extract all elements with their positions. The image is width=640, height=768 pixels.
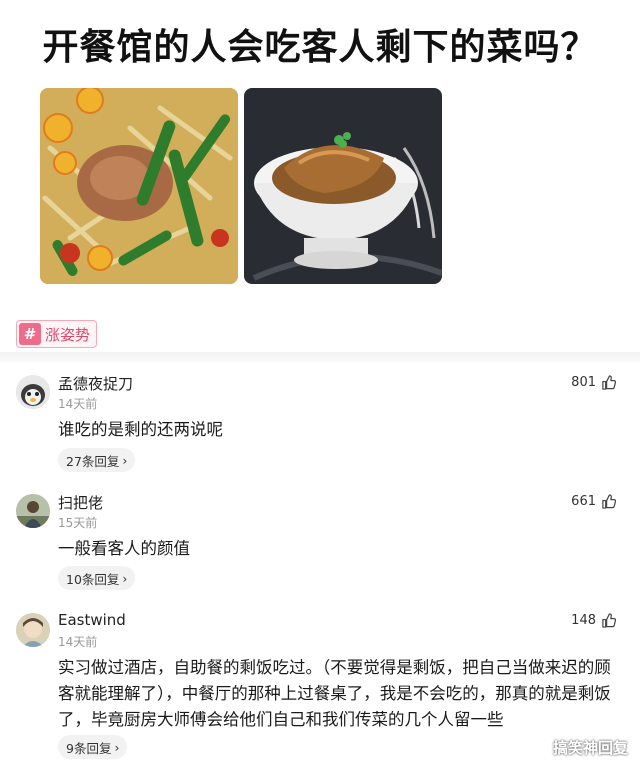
view-replies-button[interactable]: 10条回复 › bbox=[58, 566, 136, 590]
hashtag-icon: # bbox=[19, 323, 41, 345]
replies-count: 10条回复 bbox=[66, 571, 120, 587]
avatar[interactable] bbox=[16, 494, 50, 528]
view-replies-button[interactable]: 9条回复 › bbox=[58, 735, 128, 759]
thumbs-up-icon bbox=[602, 613, 616, 628]
comment-time: 14天前 bbox=[58, 397, 98, 411]
comment-text: 谁吃的是剩的还两说呢 bbox=[58, 420, 223, 439]
comment-username[interactable]: 孟德夜捉刀 bbox=[58, 373, 133, 394]
like-button[interactable]: 148 bbox=[571, 613, 616, 628]
topic-tag[interactable]: # 涨姿势 bbox=[16, 320, 98, 348]
comment-text: 实习做过酒店，自助餐的剩饭吃过。（不要觉得是剩饭，把自己当做来迟的顾客就能理解了… bbox=[58, 658, 611, 729]
chevron-right-icon: › bbox=[122, 570, 128, 586]
avatar[interactable] bbox=[16, 613, 50, 647]
comment-username[interactable]: 扫把佬 bbox=[58, 492, 103, 513]
section-divider bbox=[0, 352, 640, 362]
like-button[interactable]: 661 bbox=[571, 494, 616, 509]
like-count: 801 bbox=[571, 375, 596, 390]
thumbs-up-icon bbox=[602, 494, 616, 509]
comment-time: 14天前 bbox=[58, 635, 98, 649]
avatar[interactable] bbox=[16, 375, 50, 409]
food-photo-braised-dish bbox=[244, 88, 442, 284]
comment-username[interactable]: Eastwind bbox=[58, 611, 126, 629]
like-count: 661 bbox=[571, 494, 596, 509]
like-count: 148 bbox=[571, 613, 596, 628]
comment-text: 一般看客人的颜值 bbox=[58, 539, 190, 558]
replies-count: 9条回复 bbox=[66, 740, 112, 756]
chevron-right-icon: › bbox=[122, 452, 128, 468]
comment-time: 15天前 bbox=[58, 516, 98, 530]
watermark: 搞笑神回复 bbox=[552, 739, 628, 757]
like-button[interactable]: 801 bbox=[571, 375, 616, 390]
chevron-right-icon: › bbox=[114, 739, 120, 755]
replies-count: 27条回复 bbox=[66, 453, 120, 469]
food-photo-papaya-salad bbox=[40, 88, 238, 284]
topic-label: 涨姿势 bbox=[45, 325, 91, 344]
page-title: 开餐馆的人会吃客人剩下的菜吗？ bbox=[42, 27, 598, 68]
thumbs-up-icon bbox=[602, 375, 616, 390]
view-replies-button[interactable]: 27条回复 › bbox=[58, 448, 136, 472]
